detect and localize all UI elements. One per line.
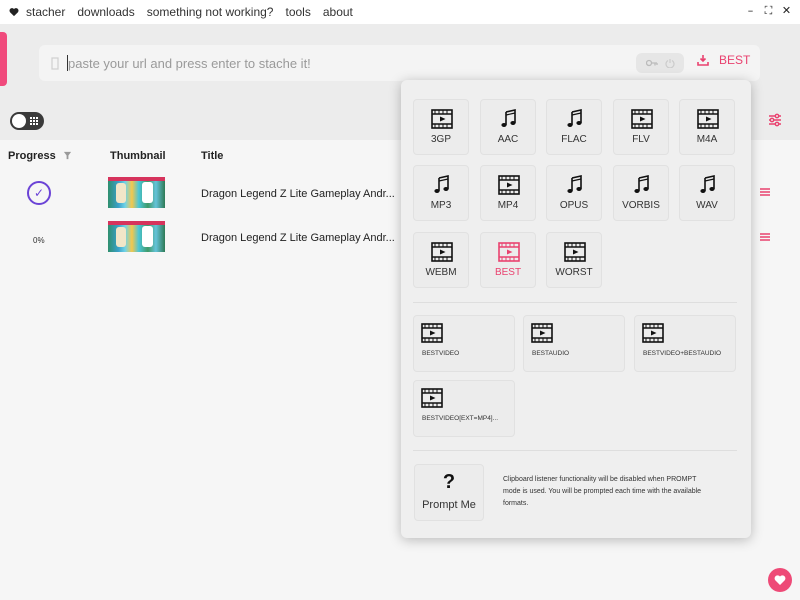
- toggle-knob: [12, 114, 26, 128]
- film-icon: [642, 322, 664, 344]
- key-icon: [645, 59, 658, 67]
- format-label: MP3: [430, 200, 452, 211]
- power-icon: [664, 59, 675, 68]
- url-input[interactable]: [68, 55, 588, 71]
- film-icon: [531, 322, 553, 344]
- format-selector-label: BEST: [719, 53, 751, 67]
- format-option-mp3[interactable]: MP3: [413, 165, 469, 221]
- format-option-vorbis[interactable]: VORBIS: [613, 165, 669, 221]
- header-thumbnail: Thumbnail: [110, 150, 166, 162]
- menu-downloads[interactable]: downloads: [77, 5, 134, 19]
- minimize-button[interactable]: –: [745, 4, 756, 18]
- format-option-webm[interactable]: WEBM: [413, 232, 469, 288]
- music-icon: [564, 108, 586, 130]
- clipboard-icon: [51, 57, 59, 70]
- format-option-best[interactable]: BEST: [480, 232, 536, 288]
- support-heart-button[interactable]: [768, 568, 792, 592]
- music-icon: [498, 108, 520, 130]
- format-label: VORBIS: [622, 200, 660, 211]
- format-label: AAC: [497, 134, 519, 145]
- video-thumbnail: [108, 221, 165, 252]
- music-icon: [697, 174, 719, 196]
- filter-icon[interactable]: [63, 151, 72, 160]
- row-title: Dragon Legend Z Lite Gameplay Andr...: [201, 232, 395, 244]
- prompt-me-label: Prompt Me: [422, 499, 476, 511]
- menubar: stacher downloads something not working?…: [0, 0, 800, 24]
- heart-icon: [774, 575, 786, 585]
- grid-icon: [30, 117, 39, 125]
- format-option-flac[interactable]: FLAC: [546, 99, 602, 155]
- format-option-m4a[interactable]: M4A: [679, 99, 735, 155]
- format-label: WEBM: [425, 267, 457, 278]
- film-icon: [431, 241, 453, 263]
- menu-about[interactable]: about: [323, 5, 353, 19]
- combined-format-label: BESTVIDEO+BESTAUDIO: [643, 350, 722, 357]
- sliders-icon[interactable]: [768, 113, 782, 127]
- film-icon: [431, 108, 453, 130]
- music-icon: [431, 174, 453, 196]
- header-title[interactable]: Title: [201, 150, 223, 162]
- format-option-wav[interactable]: WAV: [679, 165, 735, 221]
- combined-format-option[interactable]: BESTVIDEO+BESTAUDIO: [634, 315, 736, 372]
- format-label: MP4: [497, 200, 519, 211]
- film-icon: [421, 387, 443, 409]
- format-option-aac[interactable]: AAC: [480, 99, 536, 155]
- close-button[interactable]: ✕: [781, 4, 792, 18]
- row-menu-icon[interactable]: [760, 233, 770, 241]
- format-label: BEST: [494, 267, 522, 278]
- combined-format-option[interactable]: BESTVIDEO[EXT=MP4]...: [413, 380, 515, 437]
- format-option-3gp[interactable]: 3GP: [413, 99, 469, 155]
- heart-logo-icon: [9, 8, 19, 17]
- format-option-flv[interactable]: FLV: [613, 99, 669, 155]
- format-option-opus[interactable]: OPUS: [546, 165, 602, 221]
- complete-check-icon: ✓: [27, 181, 51, 205]
- window-controls: – ⛶ ✕: [745, 4, 792, 18]
- combined-format-option[interactable]: BESTAUDIO: [523, 315, 625, 372]
- video-thumbnail: [108, 177, 165, 208]
- combined-format-label: BESTVIDEO[EXT=MP4]...: [422, 415, 499, 422]
- row-title: Dragon Legend Z Lite Gameplay Andr...: [201, 188, 395, 200]
- auth-toggle[interactable]: [636, 53, 684, 73]
- combined-format-label: BESTAUDIO: [532, 350, 570, 357]
- menu-stacher[interactable]: stacher: [26, 5, 65, 19]
- film-icon: [564, 241, 586, 263]
- prompt-me-button[interactable]: ? Prompt Me: [414, 464, 484, 521]
- film-icon: [631, 108, 653, 130]
- progress-percent: 0%: [33, 236, 45, 245]
- format-label: OPUS: [559, 200, 589, 211]
- row-menu-icon[interactable]: [760, 188, 770, 196]
- menu-tools[interactable]: tools: [285, 5, 310, 19]
- question-icon: ?: [442, 471, 456, 493]
- film-icon: [697, 108, 719, 130]
- format-option-mp4[interactable]: MP4: [480, 165, 536, 221]
- divider: [413, 302, 737, 303]
- side-tab[interactable]: [0, 32, 7, 86]
- url-box: BEST: [39, 45, 760, 81]
- music-icon: [564, 174, 586, 196]
- divider: [413, 450, 737, 451]
- menu-something-not-working[interactable]: something not working?: [147, 5, 274, 19]
- format-label: FLAC: [561, 134, 587, 145]
- format-selector-button[interactable]: BEST: [697, 53, 750, 67]
- film-icon: [498, 174, 520, 196]
- combined-format-label: BESTVIDEO: [422, 350, 460, 357]
- format-menu: ? Prompt Me Clipboard listener functiona…: [401, 80, 751, 538]
- header-progress[interactable]: Progress: [8, 150, 56, 162]
- format-label: M4A: [696, 134, 718, 145]
- download-icon: [697, 55, 709, 66]
- view-toggle[interactable]: [10, 112, 44, 130]
- prompt-note: Clipboard listener functionality will be…: [503, 476, 702, 507]
- maximize-button[interactable]: ⛶: [763, 4, 774, 18]
- format-label: 3GP: [430, 134, 451, 145]
- format-label: WAV: [696, 200, 718, 211]
- music-icon: [631, 174, 653, 196]
- combined-format-option[interactable]: BESTVIDEO: [413, 315, 515, 372]
- format-label: FLV: [632, 134, 650, 145]
- format-label: WORST: [555, 267, 593, 278]
- format-option-worst[interactable]: WORST: [546, 232, 602, 288]
- film-icon: [421, 322, 443, 344]
- film-icon: [498, 241, 520, 263]
